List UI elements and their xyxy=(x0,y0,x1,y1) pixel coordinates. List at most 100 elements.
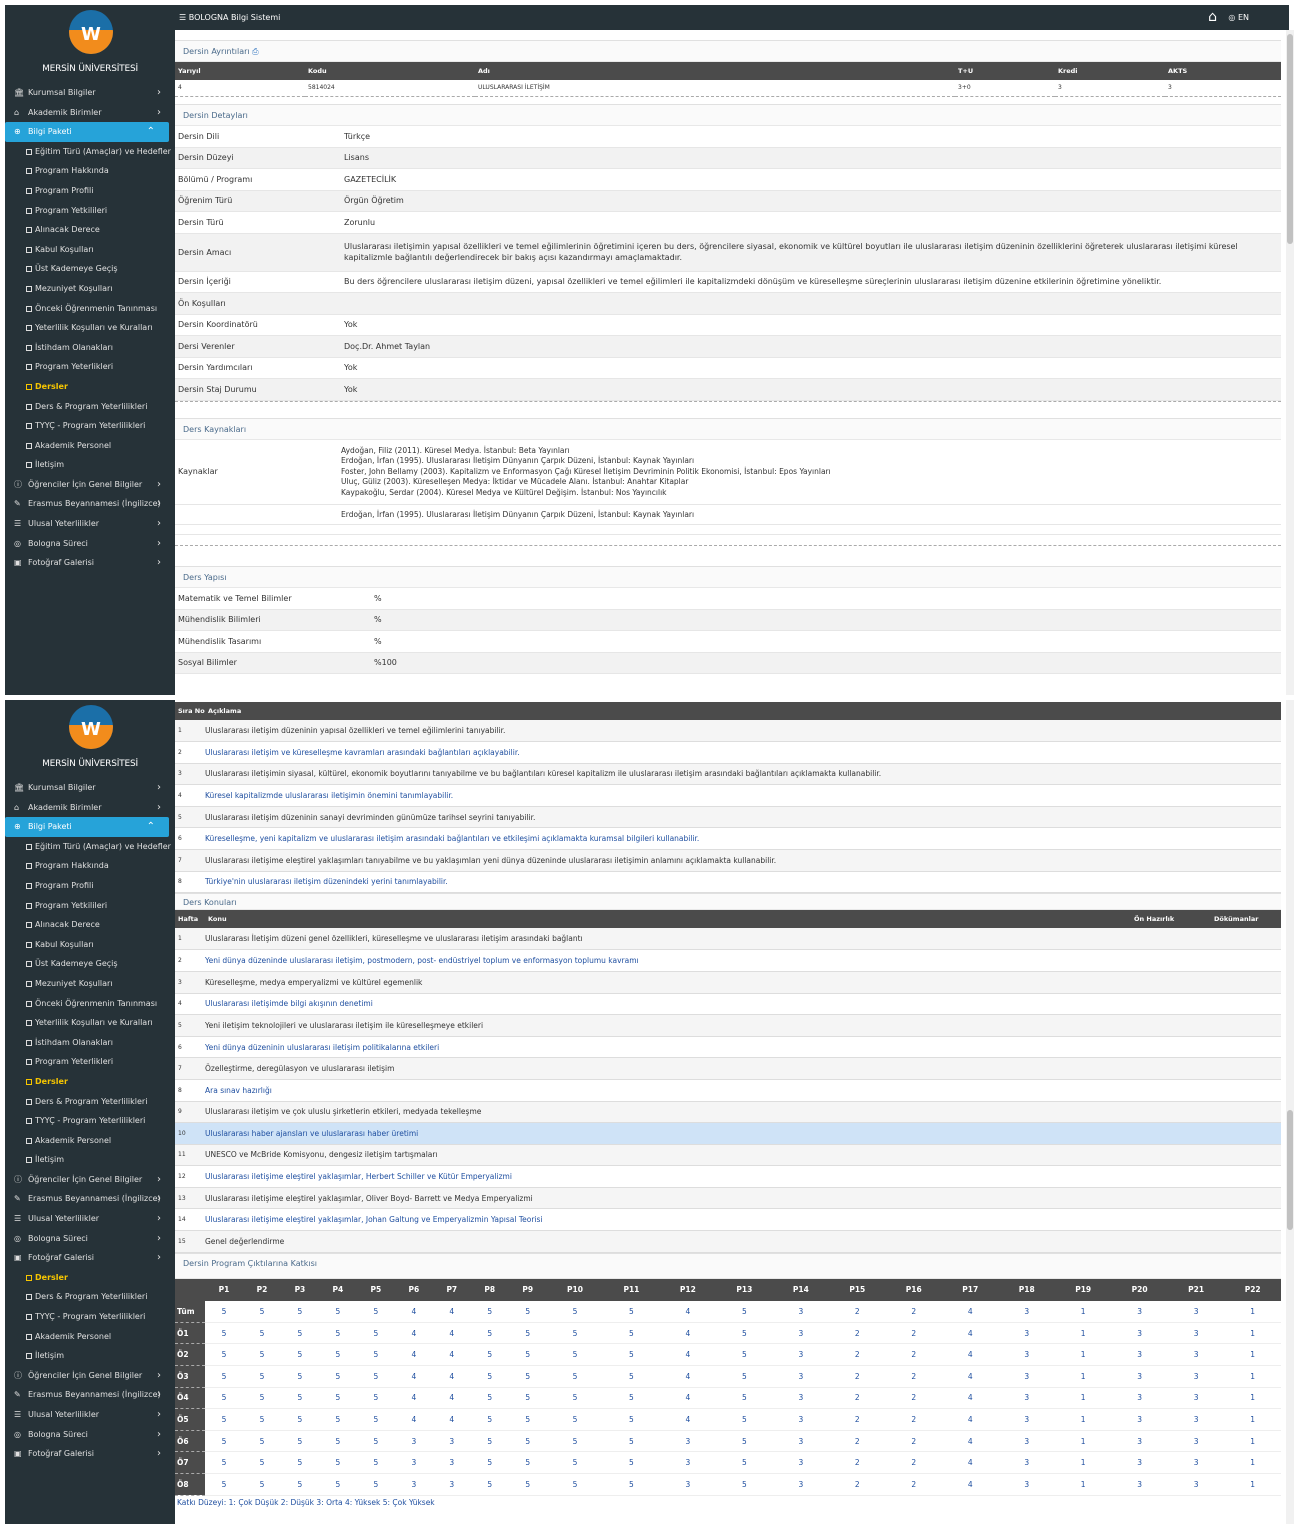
topic-row[interactable]: 6 Yeni dünya düzeninin uluslararası ileti… xyxy=(175,1036,1281,1059)
sidebar-item-bottom[interactable]: ◎ Bologna Süreci › xyxy=(5,1229,175,1249)
sidebar-subitem[interactable]: Program Profili xyxy=(5,876,175,896)
sidebar-subitem[interactable]: İletişim xyxy=(5,455,175,475)
matrix-cell: 3 xyxy=(1111,1365,1168,1388)
topic-row[interactable]: 7 Özelleştirme, deregülasyon ve uluslarar… xyxy=(175,1057,1281,1080)
sidebar-subitem[interactable]: Akademik Personel xyxy=(5,1131,175,1151)
sidebar-subitem[interactable]: Program Yeterlikleri xyxy=(5,357,175,377)
sidebar-item-bottom[interactable]: ▣ Fotoğraf Galerisi › xyxy=(5,1444,175,1464)
sidebar-subitem[interactable]: Eğitim Türü (Amaçlar) ve Hedefler xyxy=(5,837,175,857)
university-logo[interactable]: W xyxy=(69,705,113,749)
language-switch[interactable]: ◎ EN xyxy=(1228,5,1249,30)
sidebar-subitem[interactable]: Program Yetkilileri xyxy=(5,896,175,916)
university-logo[interactable]: W xyxy=(69,10,113,54)
topic-row[interactable]: 13 Uluslararası iletişime eleştirel yakla… xyxy=(175,1187,1281,1210)
sidebar-subitem[interactable]: Ders & Program Yeterlilikleri xyxy=(5,1287,175,1307)
sidebar-item-bottom[interactable]: ▣ Fotoğraf Galerisi › xyxy=(5,553,175,573)
sidebar-subitem[interactable]: TYYÇ - Program Yeterlilikleri xyxy=(5,416,175,436)
sidebar-subitem[interactable]: Kabul Koşulları xyxy=(5,935,175,955)
sidebar-item-bottom[interactable]: ◎ Bologna Süreci › xyxy=(5,1425,175,1445)
detail-label: Dersin İçeriği xyxy=(178,277,231,287)
topic-row[interactable]: 2 Yeni dünya düzeninde uluslararası ileti… xyxy=(175,949,1281,972)
sidebar-subitem[interactable]: Üst Kademeye Geçiş xyxy=(5,954,175,974)
sidebar-item-0[interactable]: 🏛 Kurumsal Bilgiler › xyxy=(5,778,175,798)
outcome-number: 5 xyxy=(175,806,205,829)
matrix-cell: 3 xyxy=(998,1322,1055,1345)
topic-row[interactable]: 11 UNESCO ve McBride Komisyonu, dengesiz … xyxy=(175,1144,1281,1167)
sidebar-item-bottom[interactable]: ⓘ Öğrenciler İçin Genel Bilgiler › xyxy=(5,1170,175,1190)
sidebar-subitem[interactable]: Yeterlilik Koşulları ve Kuralları xyxy=(5,1013,175,1033)
sidebar-subitem[interactable]: Alınacak Derece xyxy=(5,915,175,935)
structure-value: %100 xyxy=(374,658,397,668)
sidebar-item-bottom[interactable]: ☰ Ulusal Yeterlilikler › xyxy=(5,1405,175,1425)
chevron-right-icon: › xyxy=(157,1232,161,1244)
topic-row[interactable]: 10 Uluslararası haber ajansları ve ulusla… xyxy=(175,1122,1281,1145)
sidebar-subitem[interactable]: Dersler xyxy=(5,1268,175,1288)
sidebar-subitem[interactable]: Eğitim Türü (Amaçlar) ve Hedefler xyxy=(5,142,175,162)
sidebar-subitem-label: Akademik Personel xyxy=(35,1135,112,1145)
sidebar-subitem[interactable]: Önceki Öğrenmenin Tanınması xyxy=(5,299,175,319)
sidebar-subitem[interactable]: Program Yeterlikleri xyxy=(5,1052,175,1072)
sidebar-subitem[interactable]: Akademik Personel xyxy=(5,436,175,456)
sidebar-subitem[interactable]: İletişim xyxy=(5,1346,175,1366)
topic-row[interactable]: 14 Uluslararası iletişime eleştirel yakla… xyxy=(175,1208,1281,1232)
sidebar-subitem[interactable]: TYYÇ - Program Yeterlilikleri xyxy=(5,1111,175,1131)
university-name: MERSİN ÜNİVERSİTESİ xyxy=(42,759,138,769)
matrix-cell: 5 xyxy=(242,1473,281,1496)
sidebar-subitem[interactable]: Program Yetkilileri xyxy=(5,201,175,221)
sidebar-item-bottom[interactable]: ✎ Erasmus Beyannamesi (İngilizce) › xyxy=(5,494,175,514)
sidebar-subitem[interactable]: Mezuniyet Koşulları xyxy=(5,974,175,994)
sidebar-item-0[interactable]: 🏛 Kurumsal Bilgiler › xyxy=(5,83,175,103)
sidebar-subitem[interactable]: İletişim xyxy=(5,1150,175,1170)
topic-row[interactable]: 8 Ara sınav hazırlığı xyxy=(175,1079,1281,1102)
sidebar-item-bottom[interactable]: ☰ Ulusal Yeterlilikler › xyxy=(5,514,175,534)
sidebar-subitem[interactable]: Program Profili xyxy=(5,181,175,201)
sidebar-item-bottom[interactable]: ✎ Erasmus Beyannamesi (İngilizce) › xyxy=(5,1189,175,1209)
matrix-cell: 5 xyxy=(356,1300,395,1323)
app-title[interactable]: ☰ BOLOGNA Bilgi Sistemi xyxy=(179,5,280,30)
sidebar-subitem[interactable]: Üst Kademeye Geçiş xyxy=(5,259,175,279)
sidebar-item-bottom[interactable]: ⓘ Öğrenciler İçin Genel Bilgiler › xyxy=(5,475,175,495)
sidebar-subitem[interactable]: Program Hakkında xyxy=(5,161,175,181)
sidebar-subitem[interactable]: İstihdam Olanakları xyxy=(5,338,175,358)
sidebar-item-bottom[interactable]: ⓘ Öğrenciler İçin Genel Bilgiler › xyxy=(5,1366,175,1386)
topic-row[interactable]: 15 Genel değerlendirme xyxy=(175,1230,1281,1253)
sidebar-subitem[interactable]: Yeterlilik Koşulları ve Kuralları xyxy=(5,318,175,338)
matrix-cell: 4 xyxy=(432,1322,471,1345)
sidebar-subitem[interactable]: TYYÇ - Program Yeterlilikleri xyxy=(5,1307,175,1327)
topic-row[interactable]: 5 Yeni iletişim teknolojileri ve uluslara… xyxy=(175,1014,1281,1037)
sidebar-subitem[interactable]: Alınacak Derece xyxy=(5,220,175,240)
scrollbar-top[interactable] xyxy=(1286,30,1294,695)
sidebar-item-2[interactable]: ⊕ Bilgi Paketi ⌃ xyxy=(5,122,169,142)
sidebar-item-label: Fotoğraf Galerisi xyxy=(28,558,95,568)
sidebar-item-bottom[interactable]: ◎ Bologna Süreci › xyxy=(5,534,175,554)
matrix-cell: 5 xyxy=(716,1343,773,1366)
sidebar-item-bottom[interactable]: ✎ Erasmus Beyannamesi (İngilizce) › xyxy=(5,1385,175,1405)
sidebar-subitem[interactable]: Dersler xyxy=(5,1072,175,1092)
topic-row[interactable]: 3 Küreselleşme, medya emperyalizmi ve kül… xyxy=(175,971,1281,994)
sidebar-subitem[interactable]: Kabul Koşulları xyxy=(5,240,175,260)
topic-row[interactable]: 4 Uluslararası iletişimde bilgi akışının … xyxy=(175,993,1281,1016)
sidebar-item-1[interactable]: ⌂ Akademik Birimler › xyxy=(5,798,175,818)
square-icon xyxy=(26,1353,32,1360)
matrix-cell: 5 xyxy=(470,1430,509,1453)
home-icon[interactable]: ⌂ xyxy=(1208,5,1217,30)
sidebar-subitem[interactable]: Ders & Program Yeterlilikleri xyxy=(5,1092,175,1112)
print-icon[interactable]: ⎙ xyxy=(252,47,258,56)
sidebar-subitem[interactable]: İstihdam Olanakları xyxy=(5,1033,175,1053)
sidebar-item-1[interactable]: ⌂ Akademik Birimler › xyxy=(5,103,175,123)
topic-row[interactable]: 12 Uluslararası iletişime eleştirel yakla… xyxy=(175,1165,1281,1188)
sidebar-item-bottom[interactable]: ☰ Ulusal Yeterlilikler › xyxy=(5,1209,175,1229)
sidebar-subitem[interactable]: Program Hakkında xyxy=(5,856,175,876)
sidebar-subitem[interactable]: Dersler xyxy=(5,377,175,397)
sidebar-subitem[interactable]: Ders & Program Yeterlilikleri xyxy=(5,397,175,417)
topic-row[interactable]: 1 Uluslararası İletişim düzeni genel özel… xyxy=(175,928,1281,951)
sidebar-subitem[interactable]: Mezuniyet Koşulları xyxy=(5,279,175,299)
sidebar-item-2[interactable]: ⊕ Bilgi Paketi ⌃ xyxy=(5,817,169,837)
sidebar-subitem[interactable]: Önceki Öğrenmenin Tanınması xyxy=(5,994,175,1014)
sidebar-subitem[interactable]: Akademik Personel xyxy=(5,1327,175,1347)
sidebar-item-bottom[interactable]: ▣ Fotoğraf Galerisi › xyxy=(5,1248,175,1268)
matrix-cell: 5 xyxy=(205,1300,243,1323)
topic-row[interactable]: 9 Uluslararası iletişim ve çok uluslu şir… xyxy=(175,1101,1281,1124)
matrix-cell: 4 xyxy=(432,1408,471,1431)
scrollbar-bottom[interactable] xyxy=(1286,700,1294,1524)
